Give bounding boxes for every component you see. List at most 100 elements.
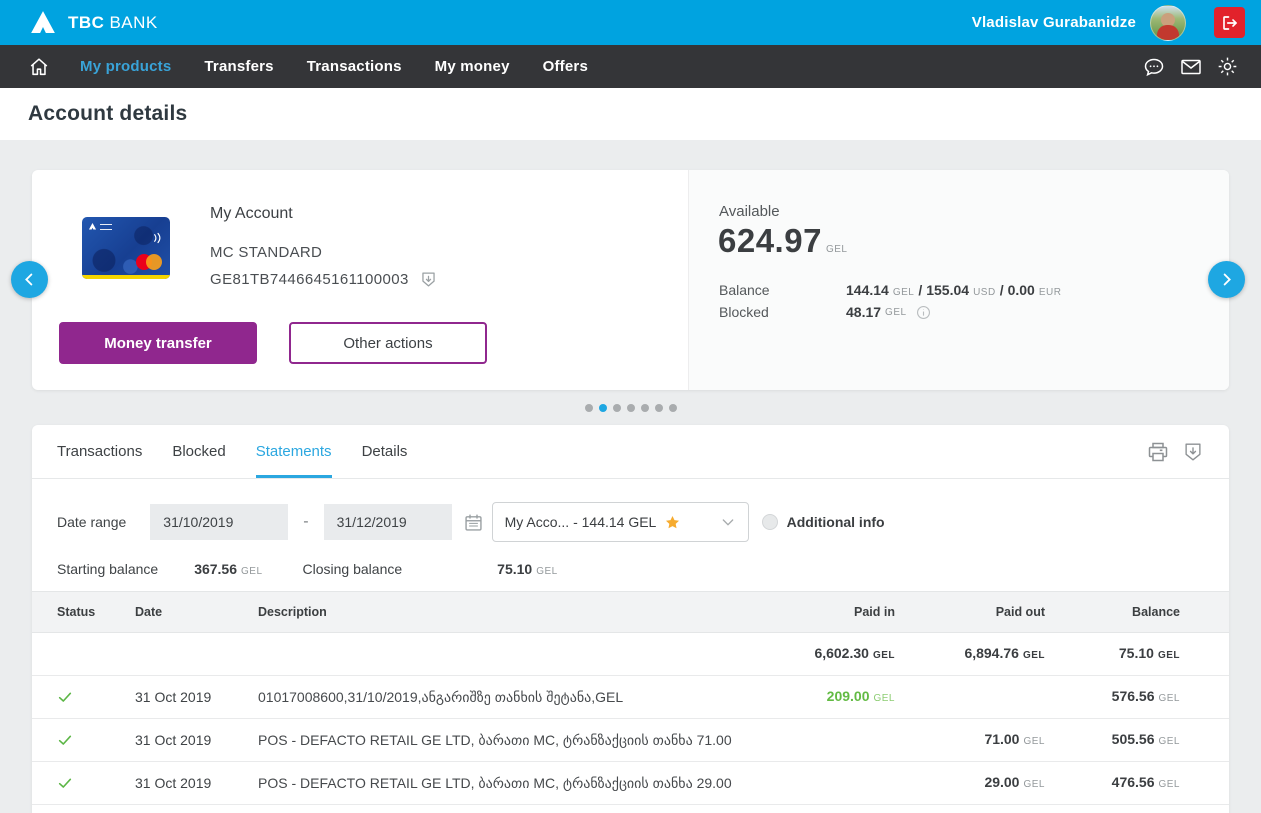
print-icon[interactable] — [1146, 440, 1170, 464]
carousel-dot-6[interactable] — [669, 404, 677, 412]
header-paid-in[interactable]: Paid in — [735, 605, 895, 619]
table-header: Status Date Description Paid in Paid out… — [32, 591, 1229, 633]
nav-item-transfers[interactable]: Transfers — [204, 58, 273, 75]
other-actions-button[interactable]: Other actions — [289, 322, 487, 364]
card-brand-mark — [88, 222, 112, 231]
carousel-dot-5[interactable] — [655, 404, 663, 412]
description-cell: 01017008600,31/10/2019,ანგარიშზე თანხის … — [258, 689, 735, 706]
chevron-right-icon — [1219, 272, 1234, 287]
closing-balance-value: 75.10GEL — [497, 561, 558, 579]
mail-icon[interactable] — [1179, 55, 1203, 79]
table-row[interactable]: 31 Oct 2019POS - DEFACTO RETAIL GE LTD, … — [32, 719, 1229, 762]
starting-balance-value: 367.56GEL — [194, 561, 262, 579]
chevron-down-icon — [720, 514, 736, 530]
tbc-logo-icon — [28, 8, 58, 38]
chevron-left-icon — [22, 272, 37, 287]
date-cell: 31 Oct 2019 — [135, 689, 258, 705]
balance-currency: EUR — [1039, 287, 1062, 298]
account-iban: GE81TB7446645161100003 — [210, 271, 409, 288]
paid-out-cell: 71.00GEL — [895, 731, 1045, 749]
carousel-dot-1[interactable] — [599, 404, 607, 412]
contactless-icon — [153, 231, 163, 249]
balance-currency: GEL — [893, 287, 915, 298]
date-to-input[interactable] — [324, 504, 452, 540]
carousel-dot-2[interactable] — [613, 404, 621, 412]
favorite-star-icon — [664, 514, 681, 531]
tab-statements[interactable]: Statements — [256, 425, 332, 478]
logout-icon — [1221, 14, 1239, 32]
header-balance[interactable]: Balance — [1045, 605, 1180, 619]
card-type: MC STANDARD — [210, 244, 438, 261]
brand-name-light: BANK — [109, 13, 157, 32]
mastercard-logo — [136, 254, 162, 270]
account-select[interactable]: My Acco... - 144.14 GEL — [492, 502, 749, 542]
nav-item-my-money[interactable]: My money — [435, 58, 510, 75]
home-icon[interactable] — [28, 56, 50, 78]
carousel-dot-3[interactable] — [627, 404, 635, 412]
status-cell — [57, 775, 135, 791]
carousel-dot-4[interactable] — [641, 404, 649, 412]
summary-balance: 75.10GEL — [1045, 645, 1180, 663]
card-stripe — [82, 275, 170, 279]
chat-icon[interactable] — [1142, 55, 1166, 79]
brand-name-bold: TBC — [68, 13, 104, 32]
tab-transactions[interactable]: Transactions — [57, 425, 142, 478]
download-details-icon[interactable] — [419, 270, 438, 289]
balance-amount: 155.04 — [926, 282, 969, 298]
user-name[interactable]: Vladislav Gurabanidze — [972, 14, 1136, 31]
blocked-label: Blocked — [719, 304, 846, 320]
balance-cell: 505.56GEL — [1045, 731, 1180, 749]
account-name: My Account — [210, 205, 438, 223]
topbar: TBC BANK Vladislav Gurabanidze — [0, 0, 1261, 45]
logout-button[interactable] — [1214, 7, 1245, 38]
info-icon[interactable] — [916, 305, 931, 320]
statements-panel: Transactions Blocked Statements Details Dat… — [32, 425, 1229, 813]
header-date[interactable]: Date — [135, 605, 258, 619]
paid-in-cell: 209.00GEL — [735, 688, 895, 706]
description-cell: POS - DEFACTO RETAIL GE LTD, ბარათი MC, … — [258, 775, 735, 792]
carousel-dot-0[interactable] — [585, 404, 593, 412]
nav-item-offers[interactable]: Offers — [543, 58, 588, 75]
balance-label: Balance — [719, 282, 846, 298]
balance-separator: / — [918, 282, 922, 298]
carousel-prev-button[interactable] — [11, 261, 48, 298]
nav-item-my-products[interactable]: My products — [80, 58, 171, 75]
blocked-value: 48.17GEL — [846, 304, 1061, 320]
tab-blocked[interactable]: Blocked — [172, 425, 225, 478]
carousel-dots — [32, 404, 1229, 412]
carousel-next-button[interactable] — [1208, 261, 1245, 298]
check-icon — [57, 689, 73, 705]
balance-cell: 476.56GEL — [1045, 774, 1180, 792]
account-select-value: My Acco... - 144.14 GEL — [505, 514, 657, 530]
account-panel: My Account MC STANDARD GE81TB74466451611… — [32, 170, 1229, 390]
balance-currency: USD — [973, 287, 996, 298]
closing-balance-label: Closing balance — [303, 561, 403, 577]
brand[interactable]: TBC BANK — [28, 8, 158, 38]
additional-info-radio[interactable] — [762, 514, 778, 530]
table-row[interactable]: 31 Oct 2019POS - DEFACTO RETAIL GE LTD, … — [32, 762, 1229, 805]
bank-card-image[interactable] — [82, 217, 170, 279]
summary-paid-out: 6,894.76GEL — [895, 645, 1045, 663]
available-amount: 624.97GEL — [718, 222, 847, 260]
nav-items: My products Transfers Transactions My money… — [80, 58, 588, 75]
check-icon — [57, 775, 73, 791]
main-nav: My products Transfers Transactions My money… — [0, 45, 1261, 88]
check-icon — [57, 732, 73, 748]
avatar[interactable] — [1150, 5, 1186, 41]
download-statement-icon[interactable] — [1182, 441, 1204, 463]
gear-icon[interactable] — [1216, 55, 1239, 78]
nav-item-transactions[interactable]: Transactions — [307, 58, 402, 75]
balance-amount: 144.14 — [846, 282, 889, 298]
date-range-label: Date range — [57, 514, 126, 530]
calendar-icon[interactable] — [463, 512, 484, 533]
statement-rows: 31 Oct 201901017008600,31/10/2019,ანგარი… — [32, 676, 1229, 805]
table-row[interactable]: 31 Oct 201901017008600,31/10/2019,ანგარი… — [32, 676, 1229, 719]
header-paid-out[interactable]: Paid out — [895, 605, 1045, 619]
paid-out-cell: 29.00GEL — [895, 774, 1045, 792]
money-transfer-button[interactable]: Money transfer — [59, 322, 257, 364]
tab-details[interactable]: Details — [362, 425, 408, 478]
date-from-input[interactable] — [150, 504, 288, 540]
header-status[interactable]: Status — [57, 605, 135, 619]
date-cell: 31 Oct 2019 — [135, 732, 258, 748]
header-description[interactable]: Description — [258, 605, 735, 619]
